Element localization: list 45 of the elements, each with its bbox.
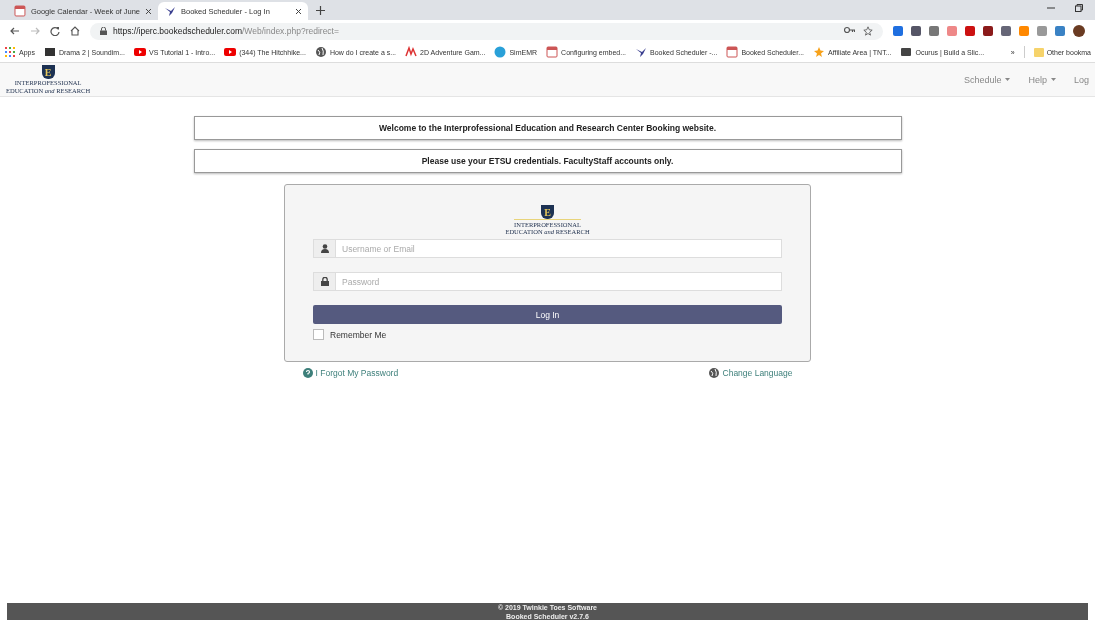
nav-menu-link[interactable]: Log: [1073, 74, 1089, 85]
restore-icon[interactable]: [1075, 4, 1083, 12]
lock-icon: [313, 272, 335, 292]
star-icon[interactable]: [863, 26, 873, 36]
footer-link[interactable]: I Forgot My Password: [302, 367, 399, 379]
calendar-icon: [546, 46, 559, 58]
lock-icon: [100, 27, 107, 35]
remember-checkbox[interactable]: [313, 329, 324, 341]
calendar-icon: [14, 5, 26, 17]
minimize-icon[interactable]: [1047, 4, 1055, 12]
close-icon[interactable]: [295, 7, 302, 15]
close-icon[interactable]: [145, 7, 152, 15]
caret-icon: [1050, 78, 1056, 81]
login-button[interactable]: Log In: [313, 305, 782, 325]
circle-icon: [494, 46, 507, 58]
calendar-icon: [726, 46, 739, 58]
new-tab-icon[interactable]: [316, 6, 325, 15]
shield-logo: E: [541, 205, 554, 219]
burst-icon: [813, 46, 826, 58]
nav-menu-link[interactable]: Schedule: [963, 74, 1011, 85]
address-bar[interactable]: https://iperc.bookedscheduler.com/Web/index.php?redirect=: [90, 22, 883, 40]
apps-grid-icon: [4, 46, 16, 58]
key-icon[interactable]: [844, 26, 855, 34]
help-icon: [302, 368, 313, 378]
home-icon[interactable]: [70, 26, 80, 36]
user-icon: [313, 239, 335, 259]
mark-icon: [405, 46, 418, 58]
globe-icon: [314, 46, 327, 58]
notice-banner: Please use your ETSU credentials. FacultyStaff accounts only.: [193, 149, 902, 173]
shield-logo: E: [41, 65, 55, 80]
caret-icon: [1005, 78, 1011, 81]
globe-icon: [707, 367, 720, 379]
remember-label: Remember Me: [330, 329, 387, 340]
profile-avatar[interactable]: [1073, 25, 1085, 37]
footer-link[interactable]: Change Language: [707, 367, 793, 379]
play-icon: [224, 46, 237, 58]
nav-menu-link[interactable]: Help: [1028, 74, 1056, 85]
folder-icon: [1033, 47, 1044, 57]
username-field[interactable]: Username or Email: [335, 239, 782, 259]
password-field[interactable]: Password: [335, 272, 782, 292]
reload-icon[interactable]: [50, 26, 60, 36]
notice-banner: Welcome to the Interprofessional Education and Research Center Booking website.: [193, 116, 902, 140]
play-icon: [134, 46, 146, 58]
box-icon: [900, 46, 913, 58]
back-icon[interactable]: [10, 26, 20, 36]
